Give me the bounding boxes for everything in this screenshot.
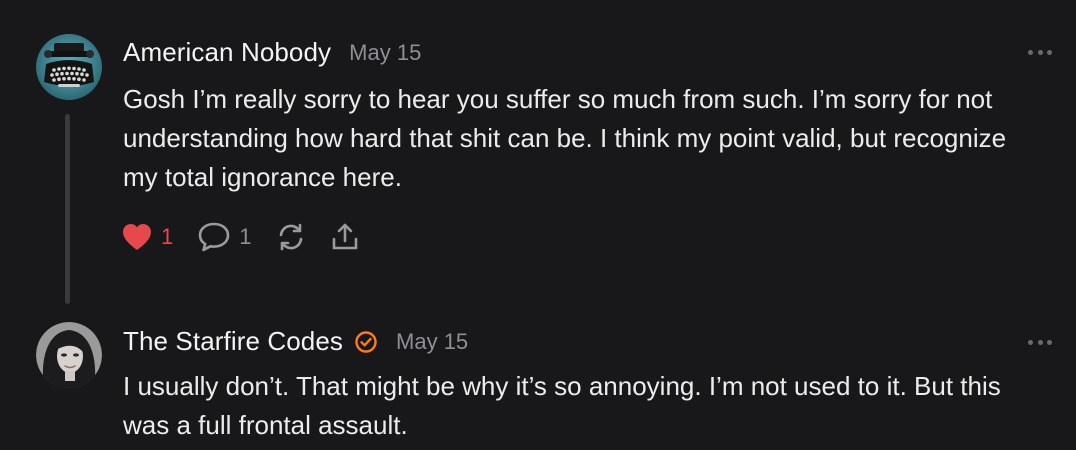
- comment-bubble-icon: [198, 222, 230, 252]
- like-count: 1: [161, 224, 174, 249]
- thread-line: [65, 114, 70, 304]
- restack-icon: [279, 223, 302, 251]
- share-icon: [332, 223, 357, 250]
- comment-date[interactable]: May 15: [396, 329, 468, 355]
- more-options-icon[interactable]: [1028, 337, 1052, 347]
- comment-actions: 1 1: [121, 219, 384, 255]
- restack-button[interactable]: [276, 222, 306, 252]
- reply-button[interactable]: 1: [197, 221, 252, 253]
- comment-thread: American Nobody May 15 Gosh I’m really s…: [0, 0, 1076, 450]
- person-avatar-icon: [36, 322, 102, 388]
- heart-icon: [123, 224, 151, 250]
- comment-header: The Starfire Codes May 15: [123, 326, 468, 357]
- share-button[interactable]: [330, 222, 360, 252]
- like-button[interactable]: 1: [121, 222, 173, 252]
- author-name[interactable]: American Nobody: [123, 37, 331, 68]
- typewriter-avatar-icon: [36, 34, 102, 100]
- more-options-icon[interactable]: [1028, 47, 1052, 57]
- comment: The Starfire Codes May 15 I usually don’…: [0, 300, 1076, 450]
- avatar[interactable]: [36, 34, 102, 100]
- comment-date[interactable]: May 15: [349, 40, 421, 66]
- verified-check-icon: [354, 330, 378, 354]
- comment-text: I usually don’t. That might be why it’s …: [123, 371, 1008, 440]
- comment-text: Gosh I’m really sorry to hear you suffer…: [123, 84, 1014, 192]
- author-name[interactable]: The Starfire Codes: [123, 326, 343, 357]
- avatar[interactable]: [36, 322, 102, 388]
- reply-count: 1: [239, 224, 252, 249]
- comment-header: American Nobody May 15: [123, 37, 421, 68]
- comment: American Nobody May 15 Gosh I’m really s…: [0, 0, 1076, 304]
